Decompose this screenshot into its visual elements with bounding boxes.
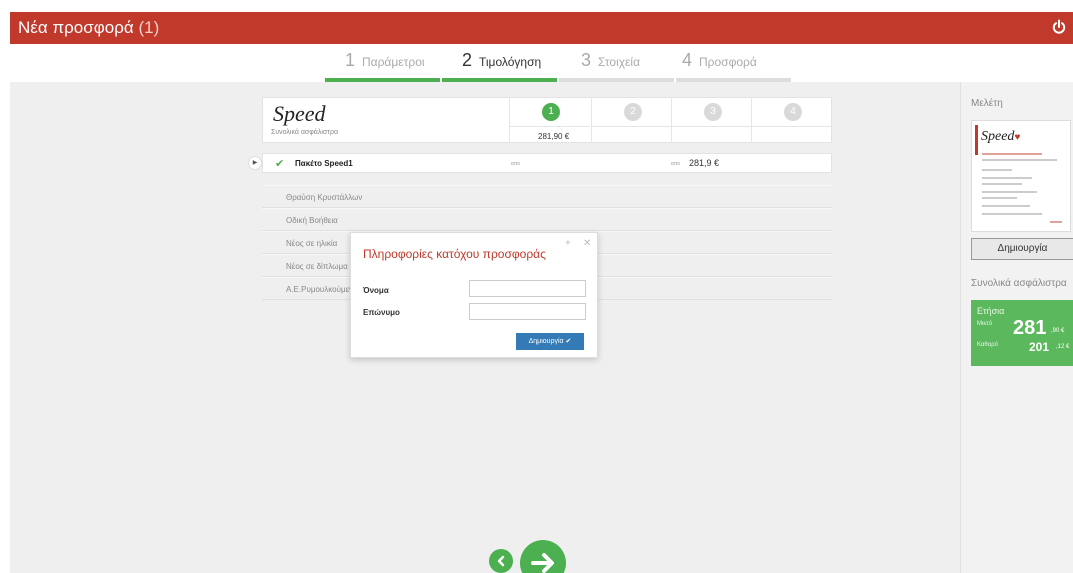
column-divider (510, 126, 590, 127)
total-premium-label: Συνολικά ασφάλιστρα (271, 129, 338, 136)
check-icon: ✔ (275, 158, 285, 170)
app-header: Νέα προσφορά (1) (10, 12, 1073, 44)
page-title: Νέα προσφορά (1) (18, 18, 159, 38)
next-step-button[interactable] (520, 540, 566, 573)
thumb-accent-bar (975, 125, 978, 155)
package-column-1[interactable]: 1 281,90 € (509, 98, 591, 142)
step-offer[interactable]: 4 Προσφορά (676, 44, 791, 82)
package-card: Speed Συνολικά ασφάλιστρα 1 281,90 € 2 3… (262, 97, 832, 143)
gross-value: 281 (1013, 317, 1047, 339)
right-panel: Μελέτη Speed♥ Δημιουργία Συνολικά ασφάλι… (960, 82, 1073, 573)
offer-holder-dialog: Πληροφορίες κατόχου προσφοράς + ✕ Όνομα … (350, 232, 598, 358)
thumb-line (982, 169, 1012, 171)
previous-step-button[interactable] (489, 549, 513, 573)
coverage-item[interactable]: Θραύση Κρυστάλλων (262, 185, 832, 208)
page-title-count: (1) (138, 18, 160, 37)
gross-decimal: ,90 € (1051, 328, 1065, 334)
gross-label: Μικτό (977, 321, 993, 327)
first-name-input[interactable] (469, 280, 586, 297)
step-number: 3 (581, 50, 592, 70)
window-left-margin (0, 0, 10, 573)
arrow-left-icon (497, 555, 505, 567)
package-number: 2 (624, 103, 642, 121)
step-parameters[interactable]: 1 Παράμετροι (325, 44, 440, 82)
speed-logo: Speed (273, 101, 326, 126)
step-pricing[interactable]: 2 Τιμολόγηση (442, 44, 557, 82)
step-label: Προσφορά (699, 55, 757, 69)
annual-label: Ετήσια (977, 306, 1005, 316)
premium-summary: Ετήσια Μικτό 281 ,90 € Καθαρό 201 ,12 € (971, 300, 1073, 366)
package-name: Πακέτο Speed1 (295, 159, 353, 168)
package-from-label: απο (511, 161, 521, 167)
create-document-button[interactable]: Δημιουργία (971, 238, 1073, 260)
package-number: 4 (784, 103, 802, 121)
thumb-line (982, 197, 1017, 199)
power-icon[interactable] (1051, 19, 1067, 35)
package-from-label: απο (671, 161, 681, 167)
coverage-label: Νέος σε δίπλωμα (286, 262, 348, 271)
page-title-text: Νέα προσφορά (18, 18, 134, 37)
column-divider (752, 126, 832, 127)
package-column-3[interactable]: 3 (671, 98, 752, 142)
window-top-margin (0, 0, 1073, 12)
thumb-line (982, 205, 1030, 207)
thumb-line (982, 159, 1057, 161)
step-label: Παράμετροι (362, 55, 425, 69)
thumb-speed-logo: Speed♥ (981, 129, 1020, 145)
package-column-2[interactable]: 2 (591, 98, 672, 142)
coverage-item[interactable]: Οδική Βοήθεια (262, 208, 832, 231)
study-label: Μελέτη (971, 98, 1003, 109)
thumb-line (1050, 221, 1062, 223)
step-number: 4 (682, 50, 693, 70)
package-row[interactable]: ✔ Πακέτο Speed1 απο απο 281,9 € (262, 153, 832, 173)
thumb-logo-text: Speed (981, 129, 1015, 144)
step-number: 2 (462, 50, 473, 70)
expand-row-button[interactable]: ▶ (248, 156, 262, 170)
coverage-label: Οδική Βοήθεια (286, 216, 338, 225)
totals-label: Συνολικά ασφάλιστρα (971, 278, 1067, 289)
last-name-input[interactable] (469, 303, 586, 320)
last-name-label: Επώνυμο (363, 308, 400, 317)
first-name-label: Όνομα (363, 286, 389, 295)
thumb-line (982, 153, 1042, 155)
create-button[interactable]: Δημιουργία ✔ (516, 333, 584, 350)
net-decimal: ,12 € (1056, 344, 1070, 350)
pin-icon[interactable]: + (565, 238, 571, 249)
thumb-logo-mark: ♥ (1014, 132, 1021, 143)
thumb-line (982, 191, 1037, 193)
column-divider (592, 126, 672, 127)
thumb-line (982, 177, 1032, 179)
step-details[interactable]: 3 Στοιχεία (559, 44, 674, 82)
coverage-label: Νέος σε ηλικία (286, 239, 338, 248)
package-row-price: 281,9 € (689, 158, 720, 168)
thumb-line (982, 183, 1022, 185)
package-price: 281,90 € (538, 132, 570, 141)
step-label: Τιμολόγηση (479, 55, 542, 69)
package-number: 3 (704, 103, 722, 121)
thumb-line (982, 213, 1042, 215)
arrow-right-icon (531, 553, 554, 573)
net-label: Καθαρό (977, 342, 998, 348)
close-icon[interactable]: ✕ (583, 238, 591, 249)
net-value: 201 (1029, 340, 1050, 354)
step-label: Στοιχεία (598, 55, 641, 69)
dialog-title: Πληροφορίες κατόχου προσφοράς (363, 247, 546, 261)
study-document-preview[interactable]: Speed♥ (971, 120, 1071, 232)
step-number: 1 (345, 50, 356, 70)
package-number: 1 (542, 103, 560, 121)
wizard-steps: 1 Παράμετροι 2 Τιμολόγηση 3 Στοιχεία 4 Π… (10, 44, 1073, 82)
column-divider (672, 126, 752, 127)
package-column-4[interactable]: 4 (751, 98, 832, 142)
coverage-label: Θραύση Κρυστάλλων (286, 193, 363, 202)
